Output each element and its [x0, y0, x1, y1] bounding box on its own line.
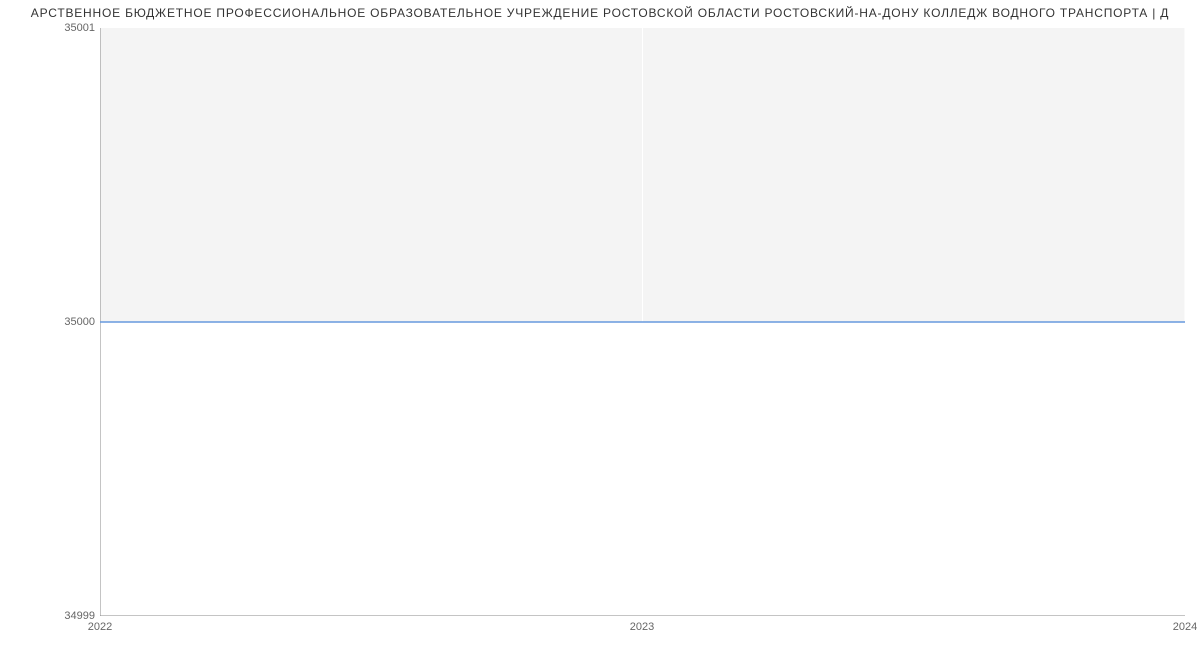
y-tick-35001: 35001	[64, 22, 95, 34]
x-tick-2022: 2022	[88, 621, 112, 633]
chart-svg	[100, 28, 1185, 616]
y-tick-35000: 35000	[64, 316, 95, 328]
x-tick-2024: 2024	[1173, 621, 1197, 633]
plot-area	[100, 28, 1185, 616]
x-tick-2023: 2023	[630, 621, 654, 633]
chart-title: АРСТВЕННОЕ БЮДЖЕТНОЕ ПРОФЕССИОНАЛЬНОЕ ОБ…	[0, 6, 1200, 20]
